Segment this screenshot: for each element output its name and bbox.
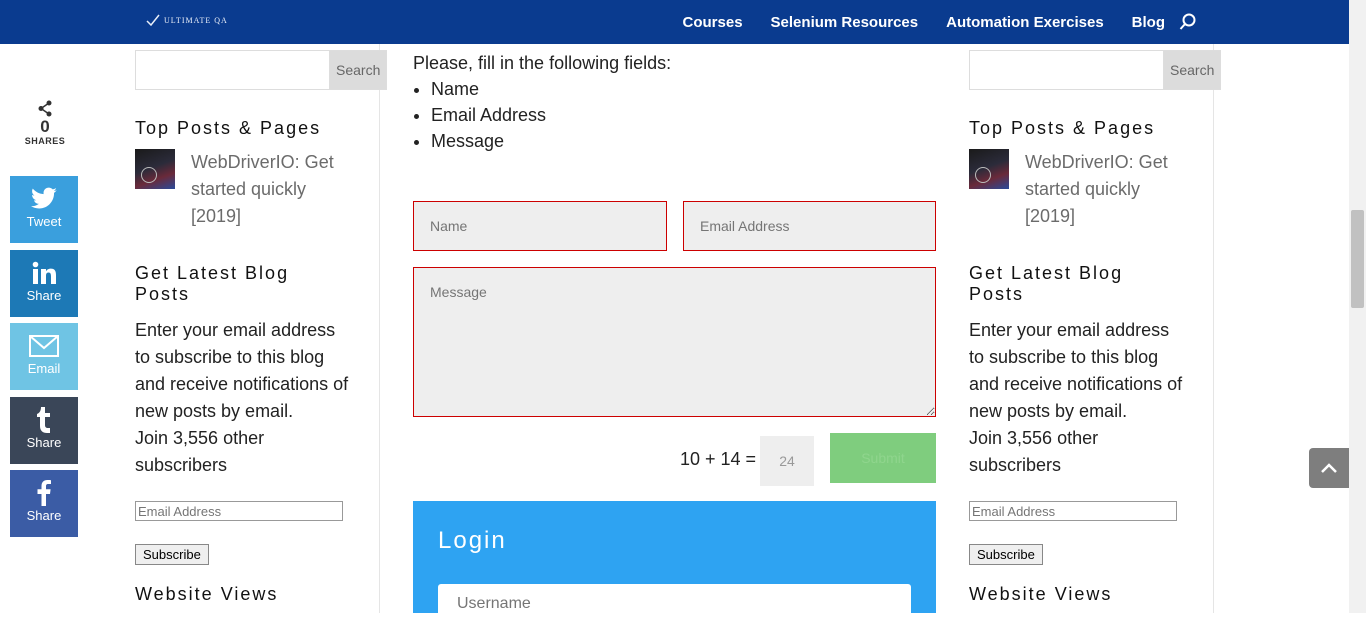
top-posts-title: Top Posts & Pages [135, 118, 322, 138]
name-field[interactable] [413, 201, 667, 251]
login-title: Login [438, 527, 507, 554]
list-item: Name [431, 76, 936, 102]
email-share-button[interactable]: Email [10, 323, 78, 390]
back-to-top-button[interactable] [1309, 448, 1349, 488]
left-sidebar: Search Top Posts & Pages WebDriverIO: Ge… [135, 50, 388, 605]
scrollbar-thumb[interactable] [1351, 210, 1364, 308]
sidebar-search-button[interactable]: Search [329, 50, 388, 90]
nav-blog[interactable]: Blog [1132, 14, 1165, 31]
share-counter: 0 SHARES [24, 100, 66, 146]
list-item: Email Address [431, 102, 936, 128]
captcha-question: 10 + 14 = [680, 449, 757, 469]
tumblr-share-button[interactable]: Share [10, 397, 78, 464]
chevron-up-icon [1321, 463, 1337, 473]
top-post-link[interactable]: WebDriverIO: Get started quickly [2019] [191, 149, 349, 230]
email-share-label: Email [27, 361, 61, 376]
top-post-item: WebDriverIO: Get started quickly [2019] [135, 149, 349, 230]
column-divider-right [1213, 44, 1214, 613]
tumblr-icon [37, 407, 50, 433]
blog-subscribe-title: Get Latest Blog Posts [135, 263, 290, 304]
website-views-title: Website Views [969, 584, 1113, 604]
subscribe-email-input[interactable] [969, 501, 1177, 521]
sidebar-search: Search [135, 50, 388, 90]
sidebar-search-input[interactable] [135, 50, 329, 90]
twitter-share-label: Tweet [26, 214, 62, 229]
subscriber-count: Join 3,556 other subscribers [969, 428, 1099, 475]
logo-text: ULTIMATE QA [164, 15, 228, 25]
checkmark-logo-icon [146, 14, 160, 26]
nav-courses[interactable]: Courses [683, 14, 743, 31]
share-count-label: SHARES [24, 136, 66, 146]
twitter-icon [31, 187, 57, 209]
main-nav: Courses Selenium Resources Automation Ex… [683, 13, 1197, 31]
top-post-link[interactable]: WebDriverIO: Get started quickly [2019] [1025, 149, 1183, 230]
linkedin-share-button[interactable]: Share [10, 250, 78, 317]
email-icon [29, 335, 59, 357]
subscriber-count: Join 3,556 other subscribers [135, 428, 265, 475]
message-field[interactable] [413, 267, 936, 417]
required-fields-list: Name Email Address Message [413, 76, 936, 154]
share-count: 0 [40, 117, 50, 136]
list-item: Message [431, 128, 936, 154]
nav-selenium-resources[interactable]: Selenium Resources [771, 14, 919, 31]
blog-subscribe-text: Enter your email address to subscribe to… [969, 320, 1183, 421]
blog-subscribe-text: Enter your email address to subscribe to… [135, 320, 349, 421]
right-sidebar: Search Top Posts & Pages WebDriverIO: Ge… [969, 50, 1222, 605]
share-icon [38, 100, 52, 117]
website-views-title: Website Views [135, 584, 279, 604]
facebook-share-button[interactable]: Share [10, 470, 78, 537]
sidebar-search: Search [969, 50, 1222, 90]
facebook-share-label: Share [26, 508, 62, 523]
search-icon[interactable] [1179, 13, 1197, 31]
top-post-item: WebDriverIO: Get started quickly [2019] [969, 149, 1183, 230]
blog-subscribe-title: Get Latest Blog Posts [969, 263, 1124, 304]
column-divider-left [379, 44, 380, 613]
twitter-share-button[interactable]: Tweet [10, 176, 78, 243]
post-thumbnail[interactable] [969, 149, 1009, 189]
email-field[interactable] [683, 201, 936, 251]
username-input[interactable] [438, 584, 911, 624]
linkedin-share-label: Share [26, 288, 62, 303]
submit-button[interactable]: Submit [830, 433, 936, 483]
login-panel: Login [413, 501, 936, 624]
subscribe-button[interactable]: Subscribe [135, 544, 209, 565]
subscribe-button[interactable]: Subscribe [969, 544, 1043, 565]
captcha-answer-input[interactable] [760, 436, 814, 486]
post-thumbnail[interactable] [135, 149, 175, 189]
tumblr-share-label: Share [26, 435, 62, 450]
main-content: Please, fill in the following fields: Na… [413, 44, 936, 154]
sidebar-search-input[interactable] [969, 50, 1163, 90]
facebook-icon [37, 480, 51, 506]
site-logo[interactable]: ULTIMATE QA [146, 14, 228, 26]
nav-automation-exercises[interactable]: Automation Exercises [946, 14, 1104, 31]
form-intro: Please, fill in the following fields: [413, 53, 672, 73]
top-posts-title: Top Posts & Pages [969, 118, 1156, 138]
linkedin-icon [32, 261, 56, 284]
subscribe-email-input[interactable] [135, 501, 343, 521]
sidebar-search-button[interactable]: Search [1163, 50, 1222, 90]
top-navigation-bar: ULTIMATE QA Courses Selenium Resources A… [0, 0, 1349, 44]
